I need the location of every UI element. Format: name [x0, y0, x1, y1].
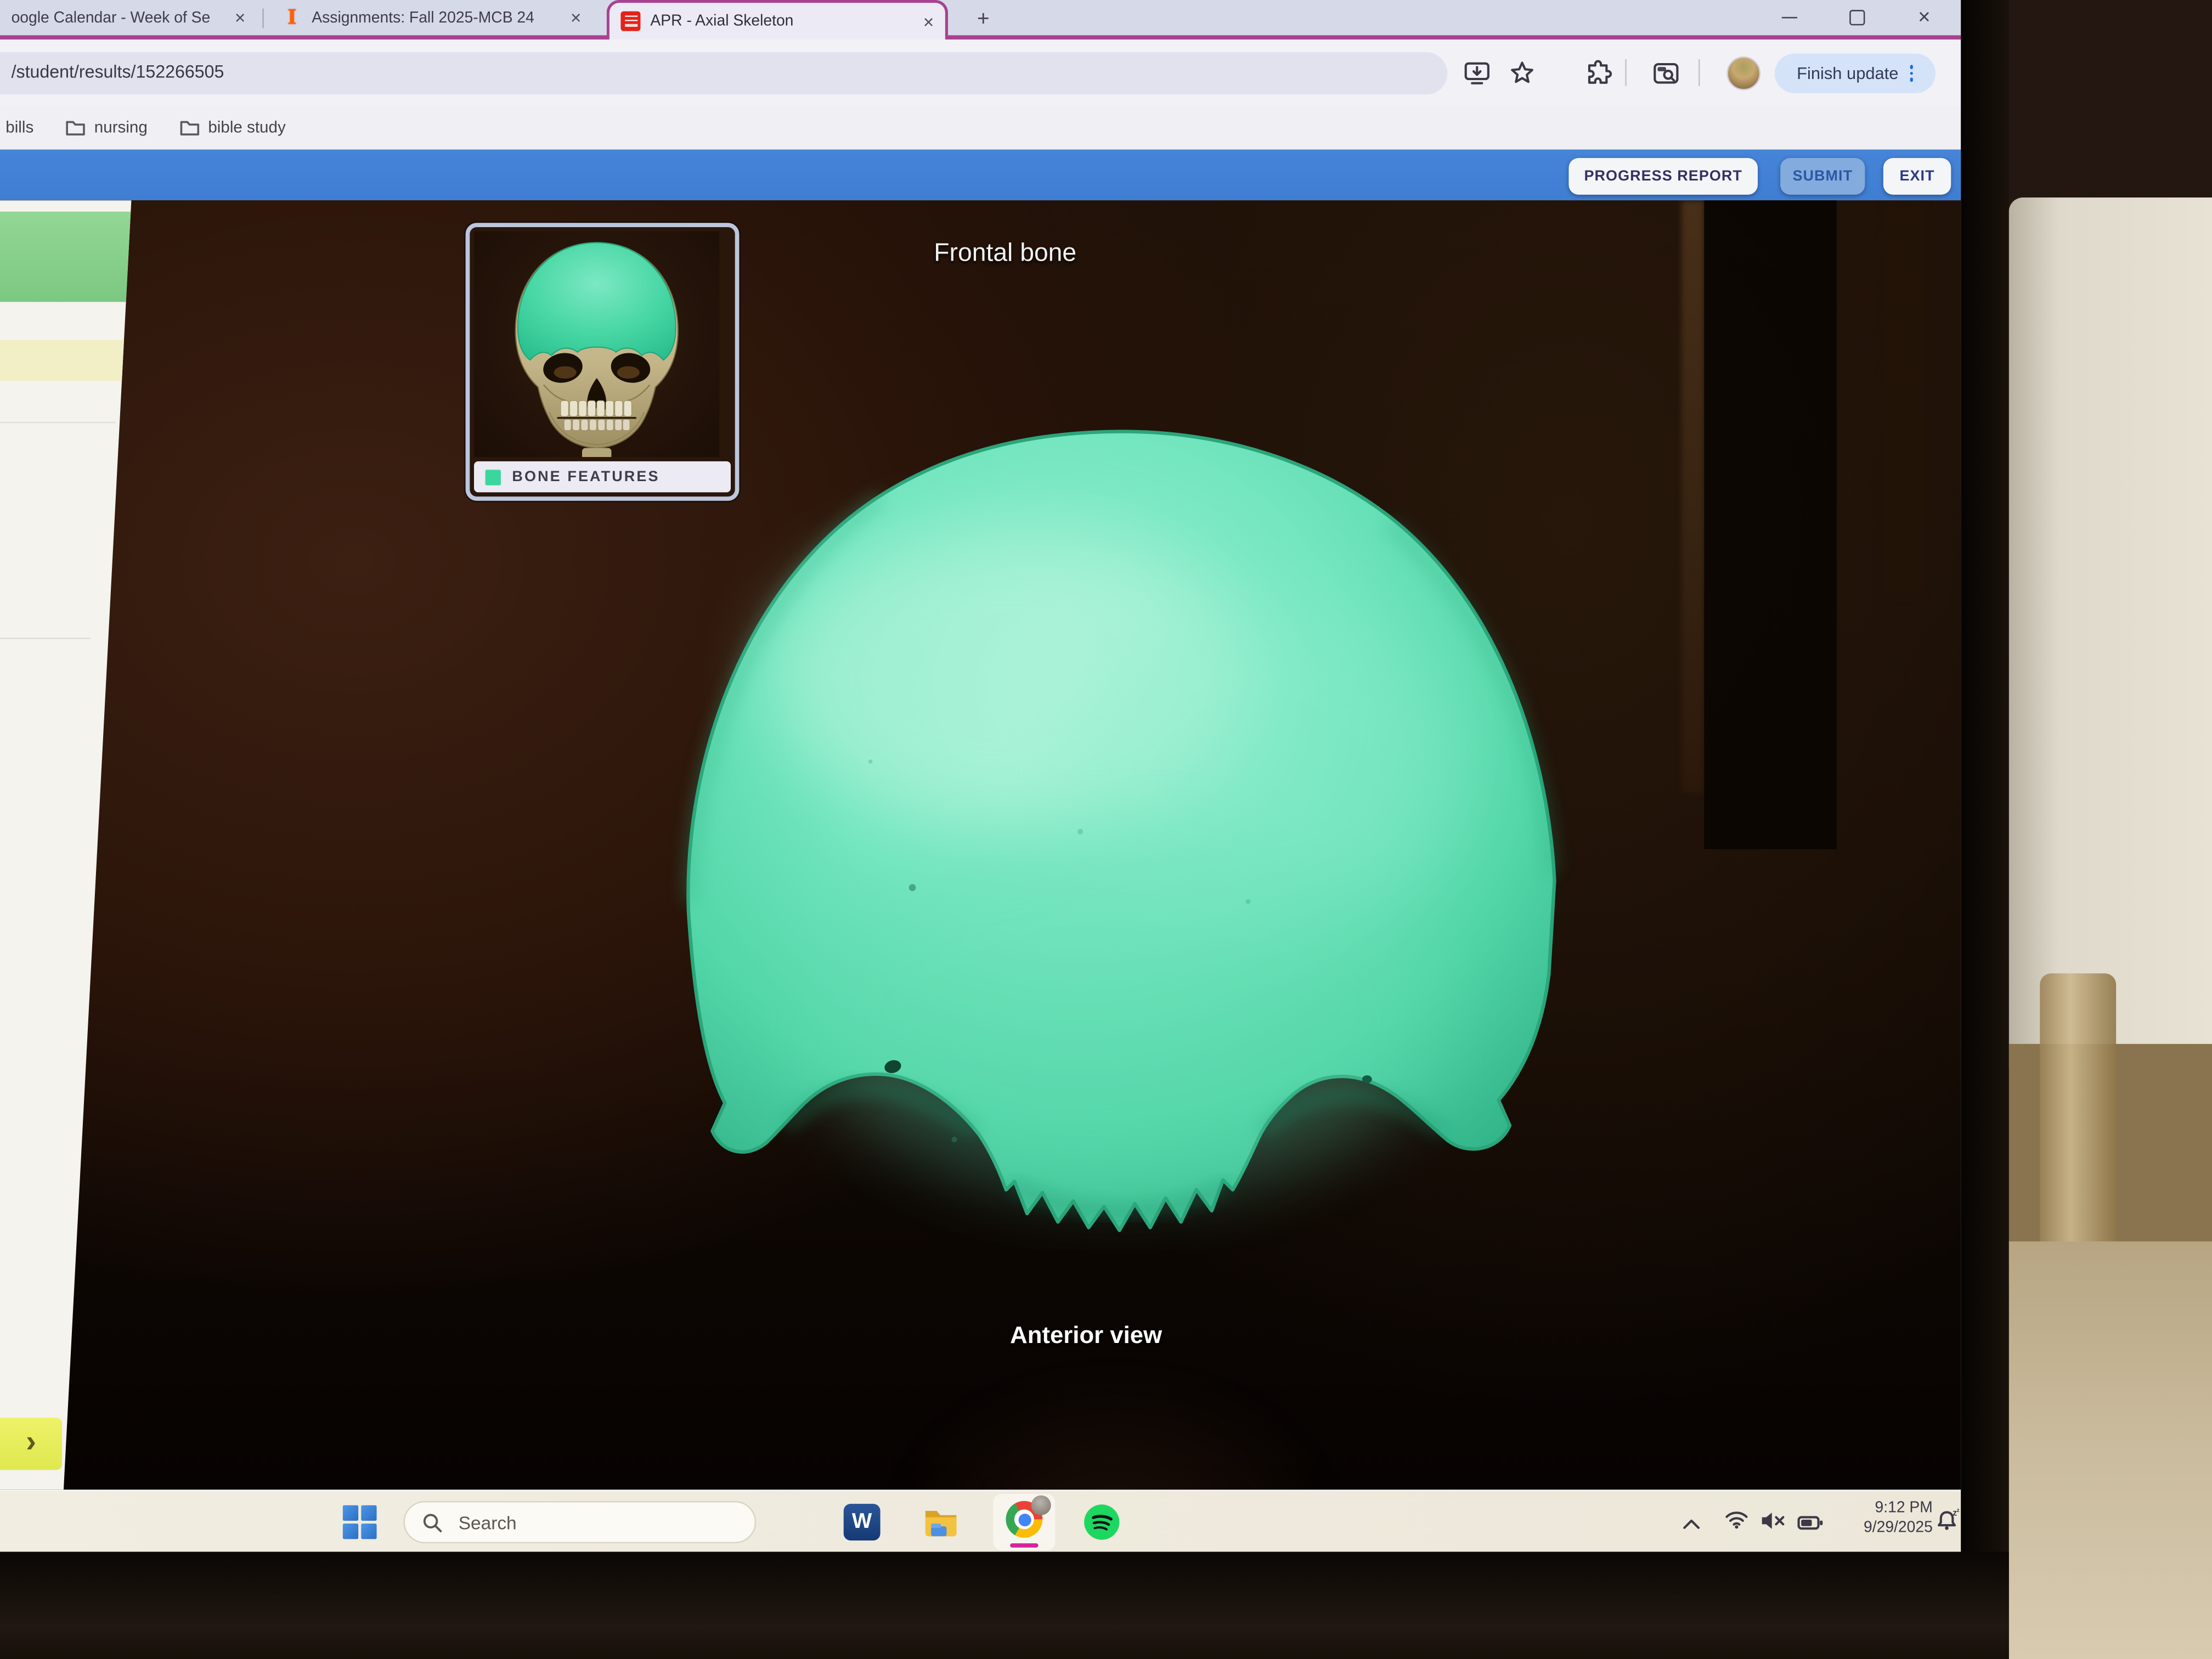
close-button[interactable]: ×: [1891, 0, 1958, 35]
tab-apr-axial-skeleton[interactable]: APR - Axial Skeleton ×: [607, 0, 948, 40]
mcgraw-hill-icon: [620, 12, 640, 31]
install-app-icon[interactable]: [1462, 59, 1493, 87]
tab-close-icon[interactable]: ×: [571, 8, 582, 26]
windows-logo-icon: [343, 1505, 358, 1521]
volume-button[interactable]: [1760, 1511, 1787, 1538]
chevron-up-icon: [1681, 1516, 1701, 1531]
folder-icon: [65, 119, 86, 137]
tab-close-icon[interactable]: ×: [235, 8, 246, 26]
taskbar-chrome-button[interactable]: [993, 1494, 1055, 1550]
windows-logo-icon: [361, 1523, 376, 1539]
browser-toolbar: /student/results/152266505 Finish update: [0, 40, 1961, 106]
view-label: Anterior view: [1010, 1322, 1162, 1350]
notification-bell-button[interactable]: z z: [1936, 1508, 1961, 1541]
start-button[interactable]: [343, 1505, 377, 1539]
bookmark-nursing[interactable]: nursing: [94, 119, 148, 136]
file-explorer-icon: [923, 1504, 960, 1541]
do-not-disturb-bell-icon: z z: [1936, 1508, 1961, 1533]
restore-button[interactable]: [1822, 0, 1890, 35]
expand-sidebar-button[interactable]: ›: [0, 1418, 62, 1470]
submit-button[interactable]: SUBMIT: [1780, 158, 1865, 195]
panel-item-green: [0, 212, 133, 302]
screen-reflection: [889, 1371, 1340, 1489]
minimize-button[interactable]: [1755, 0, 1822, 35]
highlight-swatch: [486, 469, 501, 484]
tray-chevron-button[interactable]: [1681, 1513, 1701, 1538]
battery-icon: [1797, 1515, 1824, 1531]
folder-icon: [178, 119, 200, 137]
url-bar[interactable]: /student/results/152266505: [0, 52, 1447, 94]
laptop-bezel-right: [1961, 0, 2008, 1659]
tab-google-calendar[interactable]: oogle Calendar - Week of Se ×: [0, 0, 257, 35]
illinois-block-i-icon: I: [282, 7, 302, 29]
url-text: /student/results/152266505: [12, 62, 224, 82]
tab-title: Assignments: Fall 2025-MCB 24: [312, 9, 561, 26]
toolbar-divider: [1625, 59, 1627, 86]
wifi-button[interactable]: [1724, 1509, 1749, 1536]
bookmarks-bar: bills nursing bible study: [0, 106, 1961, 150]
search-icon: [422, 1511, 443, 1533]
frontal-bone-model[interactable]: [660, 412, 1584, 1251]
tab-assignments[interactable]: I Assignments: Fall 2025-MCB 24 ×: [271, 0, 592, 35]
bookmark-star-icon[interactable]: [1506, 59, 1538, 87]
taskbar-clock[interactable]: 9:12 PM 9/29/2025: [1829, 1498, 1933, 1539]
chrome-profile-badge: [1031, 1496, 1051, 1515]
laptop-screen: oogle Calendar - Week of Se × I Assignme…: [0, 0, 1961, 1552]
panel-item-yellow: [0, 340, 127, 381]
taskbar-search[interactable]: [403, 1501, 756, 1543]
windows-logo-icon: [343, 1523, 358, 1539]
extensions-icon[interactable]: [1583, 59, 1614, 87]
background-desk: [2009, 1242, 2212, 1659]
svg-text:z: z: [1957, 1508, 1960, 1514]
search-input[interactable]: [456, 1510, 701, 1534]
panel-divider: [0, 422, 116, 424]
wifi-icon: [1724, 1509, 1749, 1529]
finish-update-button[interactable]: Finish update: [1775, 54, 1936, 93]
room-door-panel: [1704, 200, 1837, 849]
volume-muted-icon: [1760, 1511, 1787, 1531]
toolbar-divider: [1699, 59, 1700, 86]
browser-tab-strip: oogle Calendar - Week of Se × I Assignme…: [0, 0, 1961, 40]
progress-report-button[interactable]: PROGRESS REPORT: [1568, 158, 1758, 195]
windows-logo-icon: [361, 1505, 376, 1521]
tab-divider: [262, 8, 264, 28]
background-jar: [2040, 973, 2116, 1272]
structure-panel-strip: [0, 200, 138, 1489]
finish-update-label: Finish update: [1797, 64, 1898, 83]
tab-close-icon[interactable]: ×: [923, 12, 934, 30]
laptop-bezel-bottom: [0, 1552, 2009, 1659]
tab-title: oogle Calendar - Week of Se: [12, 9, 225, 26]
theme-accent-line: [0, 35, 1961, 40]
minimize-icon: [1781, 16, 1796, 19]
taskbar-explorer-button[interactable]: [923, 1504, 960, 1541]
spotify-icon: [1084, 1504, 1120, 1541]
bookmark-bills[interactable]: bills: [5, 119, 33, 136]
restore-icon: [1849, 10, 1864, 25]
panel-divider: [0, 637, 91, 639]
taskbar-spotify-button[interactable]: [1084, 1504, 1120, 1541]
windows-taskbar: W: [0, 1489, 1961, 1551]
battery-button[interactable]: [1797, 1513, 1824, 1538]
exit-button[interactable]: EXIT: [1883, 158, 1951, 195]
clock-date: 9/29/2025: [1829, 1519, 1933, 1539]
active-app-indicator: [1010, 1543, 1038, 1548]
close-icon: ×: [1918, 7, 1931, 29]
room-door-frame: [1681, 200, 1704, 793]
window-controls: ×: [1755, 0, 1961, 35]
clock-time: 9:12 PM: [1829, 1498, 1933, 1519]
background-white-laptop: [2009, 198, 2212, 1086]
side-panel-search-icon[interactable]: [1651, 59, 1682, 87]
new-tab-button[interactable]: +: [968, 4, 999, 36]
apr-header-bar: PROGRESS REPORT SUBMIT EXIT: [0, 150, 1961, 201]
apr-viewport: ›: [0, 200, 1961, 1489]
room-wall-edge: [1884, 200, 1924, 595]
structure-title: Frontal bone: [934, 239, 1076, 268]
taskbar-word-button[interactable]: W: [844, 1504, 881, 1541]
browser-menu-dots-icon[interactable]: [1910, 62, 1914, 85]
bookmark-bible-study[interactable]: bible study: [208, 119, 285, 136]
thumbnail-caption: BONE FEATURES: [512, 469, 659, 486]
tab-title: APR - Axial Skeleton: [650, 13, 913, 30]
profile-avatar[interactable]: [1726, 57, 1760, 91]
